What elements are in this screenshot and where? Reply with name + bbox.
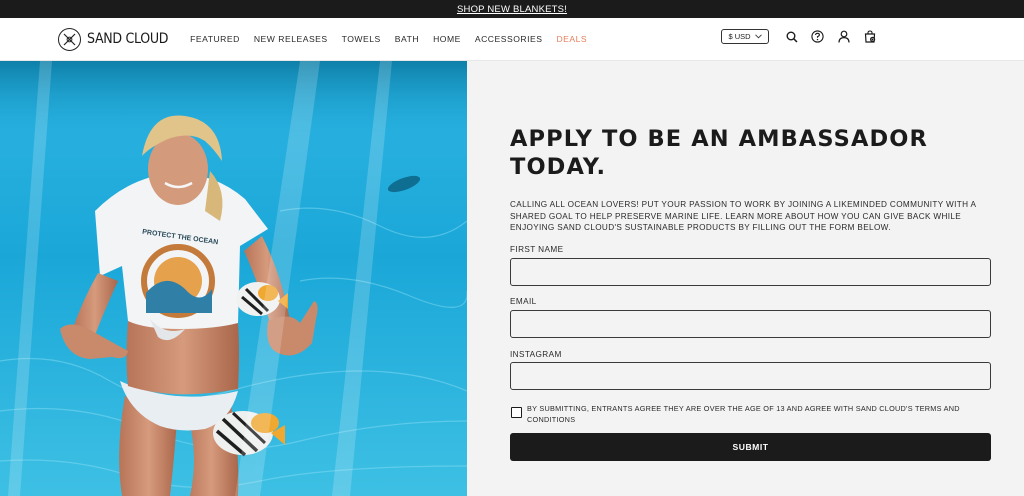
nav-accessories[interactable]: ACCESSORIES <box>475 34 543 44</box>
logo-text: SAND CLOUD <box>87 31 169 47</box>
help-icon[interactable] <box>810 29 825 44</box>
email-field[interactable] <box>510 310 991 338</box>
currency-value: $ USD <box>728 32 751 41</box>
first-name-label: FIRST NAME <box>510 245 564 254</box>
logo[interactable]: SAND CLOUD <box>58 27 169 51</box>
main-nav: FEATURED NEW RELEASES TOWELS BATH HOME A… <box>190 34 587 44</box>
site-header: SAND CLOUD FEATURED NEW RELEASES TOWELS … <box>0 18 1024 61</box>
shop-new-blankets-link[interactable]: SHOP NEW BLANKETS! <box>457 4 567 15</box>
hero-image: PROTECT THE OCEAN <box>0 61 467 496</box>
nav-bath[interactable]: BATH <box>395 34 419 44</box>
ambassador-form-panel: APPLY TO BE AN AMBASSADOR TODAY. CALLING… <box>467 61 1024 496</box>
chevron-down-icon <box>754 34 762 39</box>
instagram-label: INSTAGRAM <box>510 350 562 359</box>
account-icon[interactable] <box>836 29 851 44</box>
intro-text: CALLING ALL OCEAN LOVERS! PUT YOUR PASSI… <box>510 200 976 233</box>
terms-checkbox[interactable] <box>511 407 522 418</box>
email-label: EMAIL <box>510 297 537 306</box>
currency-select[interactable]: $ USD <box>721 29 769 44</box>
nav-deals[interactable]: DEALS <box>556 34 587 44</box>
announcement-bar: SHOP NEW BLANKETS! <box>0 0 1024 18</box>
title-line-2: TODAY. <box>510 154 607 180</box>
terms-text: BY SUBMITTING, ENTRANTS AGREE THEY ARE O… <box>527 404 960 424</box>
nav-new-releases[interactable]: NEW RELEASES <box>254 34 328 44</box>
cart-icon[interactable]: 0 <box>862 29 877 44</box>
instagram-field[interactable] <box>510 362 991 390</box>
search-icon[interactable] <box>784 29 799 44</box>
header-actions: $ USD 0 <box>721 29 877 44</box>
nav-featured[interactable]: FEATURED <box>190 34 240 44</box>
submit-button[interactable]: SUBMIT <box>510 433 991 461</box>
first-name-field[interactable] <box>510 258 991 286</box>
nav-home[interactable]: HOME <box>433 34 461 44</box>
title-line-1: APPLY TO BE AN AMBASSADOR <box>510 126 928 152</box>
page-title: APPLY TO BE AN AMBASSADOR TODAY. <box>510 125 970 181</box>
nav-towels[interactable]: TOWELS <box>342 34 381 44</box>
logo-mark-icon <box>58 27 81 51</box>
